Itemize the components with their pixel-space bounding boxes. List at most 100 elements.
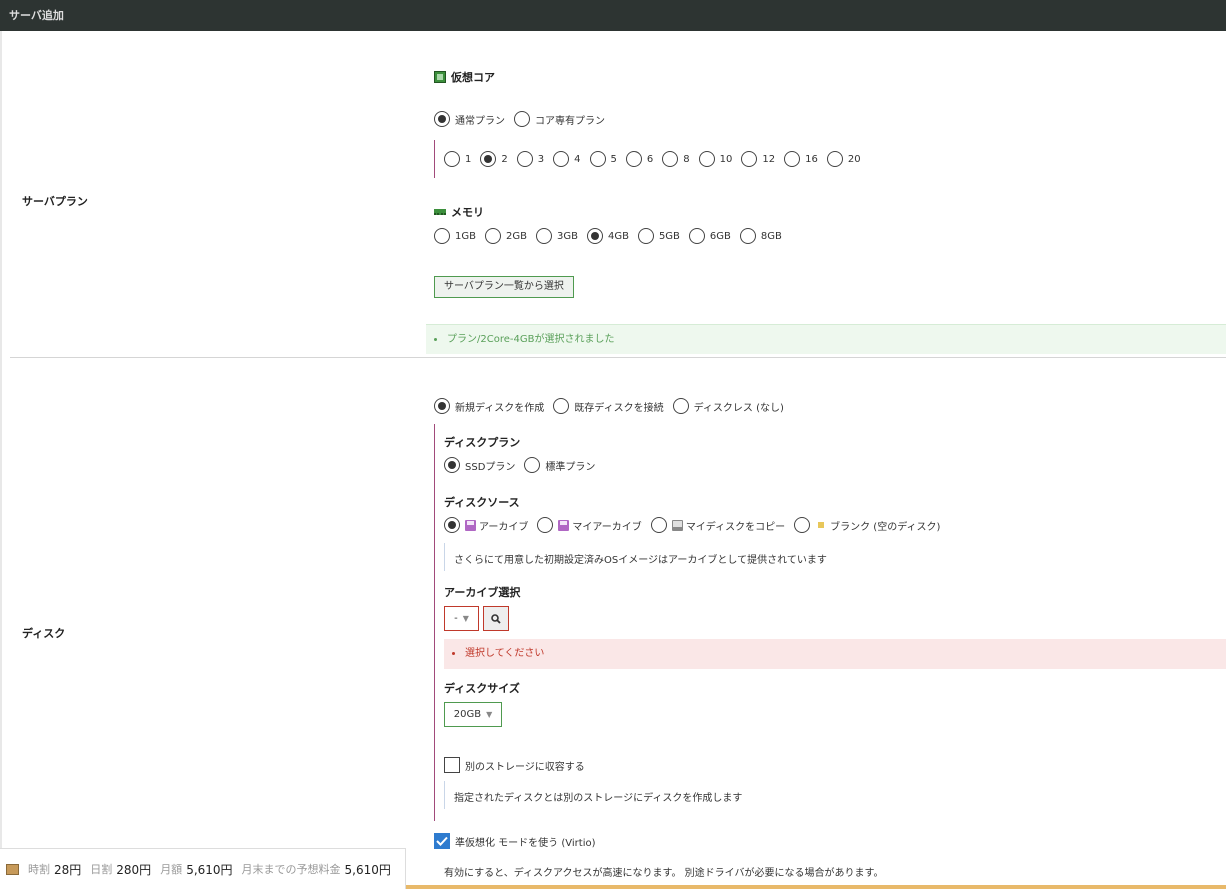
disk-size-value: 20GB xyxy=(453,709,482,720)
radio-core-3[interactable] xyxy=(516,151,533,167)
server-plan-row-label: サーバプラン xyxy=(22,195,88,208)
radio-memory-label: 2GB xyxy=(505,230,527,242)
radio-attach-existing-disk[interactable] xyxy=(553,398,570,414)
radio-new-disk[interactable] xyxy=(434,398,450,414)
radio-memory-2gb[interactable] xyxy=(484,228,501,244)
radio-core-2[interactable] xyxy=(480,151,497,167)
radio-core-6[interactable] xyxy=(625,151,642,167)
row-divider xyxy=(10,357,1226,358)
radio-core-8[interactable] xyxy=(662,151,679,167)
floppy-icon xyxy=(465,519,476,531)
radio-my-archive[interactable] xyxy=(537,517,554,533)
radio-blank-disk[interactable] xyxy=(794,517,811,533)
select-from-plan-list-button[interactable]: サーバプラン一覧から選択 xyxy=(434,276,574,298)
chevron-down-icon: ▼ xyxy=(462,614,469,623)
core-options-bar xyxy=(434,140,435,178)
radio-ssd-plan-label: SSDプラン xyxy=(465,461,516,473)
radio-standard-plan[interactable] xyxy=(524,457,541,473)
plan-selected-alert: プラン/2Core-4GBが選択されました xyxy=(426,324,1226,354)
radio-memory-5gb[interactable] xyxy=(637,228,654,244)
archive-select[interactable]: - ▼ xyxy=(444,606,479,631)
radio-core-10[interactable] xyxy=(698,151,715,167)
core-plan-type-group: 通常プラン コア専有プラン xyxy=(434,110,614,128)
memory-heading-label: メモリ xyxy=(451,206,484,219)
radio-memory-label: 5GB xyxy=(658,230,680,242)
separate-storage-checkbox[interactable] xyxy=(444,757,460,773)
radio-core-1[interactable] xyxy=(444,151,460,167)
radio-memory-4gb[interactable] xyxy=(586,228,603,244)
radio-memory-label: 6GB xyxy=(709,230,731,242)
radio-core-16[interactable] xyxy=(784,151,801,167)
bullet-icon xyxy=(434,337,437,341)
radio-core-label: 10 xyxy=(719,153,733,165)
blank-icon xyxy=(818,522,825,528)
virtio-note: 有効にすると、ディスクアクセスが高速になります。 別途ドライバが必要になる場合が… xyxy=(444,868,884,879)
radio-core-20[interactable] xyxy=(826,151,843,167)
daily-price: 280円 xyxy=(116,862,152,877)
radio-memory-label: 4GB xyxy=(607,230,629,242)
radio-memory-label: 1GB xyxy=(455,230,476,242)
radio-core-label: 8 xyxy=(683,153,690,165)
disk-plan-group: SSDプラン 標準プラン xyxy=(444,456,604,474)
radio-dedicated-core-plan[interactable] xyxy=(514,111,530,127)
note-bar xyxy=(444,781,445,809)
bullet-icon xyxy=(452,651,455,655)
radio-normal-plan-label: 通常プラン xyxy=(455,115,505,127)
radio-blank-disk-label: ブランク (空のディスク) xyxy=(815,518,940,533)
price-summary-bar: 時割 28円 日割 280円 月額 5,610円 月末までの予想料金 5,610… xyxy=(0,848,406,889)
cores-heading-label: 仮想コア xyxy=(451,71,495,84)
separate-storage-note: 指定されたディスクとは別のストレージにディスクを作成します xyxy=(454,793,743,804)
disk-options-bar xyxy=(434,424,435,821)
package-icon xyxy=(6,863,19,875)
radio-memory-3gb[interactable] xyxy=(535,228,552,244)
radio-new-disk-label: 新規ディスクを作成 xyxy=(455,402,545,414)
radio-memory-6gb[interactable] xyxy=(688,228,705,244)
disk-mode-group: 新規ディスクを作成 既存ディスクを接続 ディスクレス (なし) xyxy=(434,397,793,415)
chevron-down-icon: ▼ xyxy=(486,710,493,719)
radio-core-label: 1 xyxy=(465,153,472,165)
radio-ssd-plan[interactable] xyxy=(444,457,460,473)
radio-core-5[interactable] xyxy=(589,151,606,167)
radio-attach-existing-disk-label: 既存ディスクを接続 xyxy=(574,402,664,414)
radio-diskless[interactable] xyxy=(672,398,689,414)
disk-size-heading: ディスクサイズ xyxy=(444,682,520,695)
radio-archive-label: アーカイブ xyxy=(465,518,528,533)
disk-source-group: アーカイブ マイアーカイブ マイディスクをコピー ブランク (空のディスク) xyxy=(444,516,949,534)
monthly-price: 5,610円 xyxy=(186,862,233,877)
daily-price-label: 日割 xyxy=(90,863,113,876)
radio-normal-plan[interactable] xyxy=(434,111,450,127)
disk-icon xyxy=(671,519,683,531)
radio-core-label: 20 xyxy=(847,153,861,165)
left-border xyxy=(0,31,2,851)
disk-source-note: さくらにて用意した初期設定済みOSイメージはアーカイブとして提供されています xyxy=(454,555,827,566)
search-icon xyxy=(491,613,501,624)
radio-standard-plan-label: 標準プラン xyxy=(545,461,596,473)
radio-archive[interactable] xyxy=(444,517,460,533)
radio-blank-disk-text: ブランク (空のディスク) xyxy=(830,521,941,533)
virtio-row: 準仮想化 モードを使う (Virtio) xyxy=(434,832,605,850)
disk-source-heading: ディスクソース xyxy=(444,496,520,509)
disk-size-select[interactable]: 20GB ▼ xyxy=(444,702,502,727)
hourly-price-label: 時割 xyxy=(28,863,50,876)
radio-memory-label: 3GB xyxy=(556,230,578,242)
separate-storage-label: 別のストレージに収容する xyxy=(465,761,585,773)
disk-plan-heading: ディスクプラン xyxy=(444,436,521,449)
window-title: サーバ追加 xyxy=(0,0,1226,31)
radio-memory-8gb[interactable] xyxy=(739,228,756,244)
virtio-checkbox[interactable] xyxy=(434,833,450,849)
radio-core-4[interactable] xyxy=(553,151,570,167)
radio-core-label: 3 xyxy=(537,153,545,165)
radio-archive-text: アーカイブ xyxy=(479,521,529,533)
archive-search-button[interactable] xyxy=(483,606,509,631)
radio-my-archive-label: マイアーカイブ xyxy=(558,518,642,533)
radio-copy-my-disk-text: マイディスクをコピー xyxy=(685,521,786,533)
radio-copy-my-disk[interactable] xyxy=(650,517,667,533)
radio-memory-label: 8GB xyxy=(760,230,782,242)
radio-memory-1gb[interactable] xyxy=(434,228,450,244)
radio-core-12[interactable] xyxy=(741,151,758,167)
archive-error-message: 選択してください xyxy=(465,648,545,659)
hourly-price: 28円 xyxy=(54,862,82,877)
radio-core-label: 4 xyxy=(574,153,581,165)
memory-heading: メモリ xyxy=(434,204,484,220)
radio-dedicated-core-plan-label: コア専有プラン xyxy=(535,115,605,127)
